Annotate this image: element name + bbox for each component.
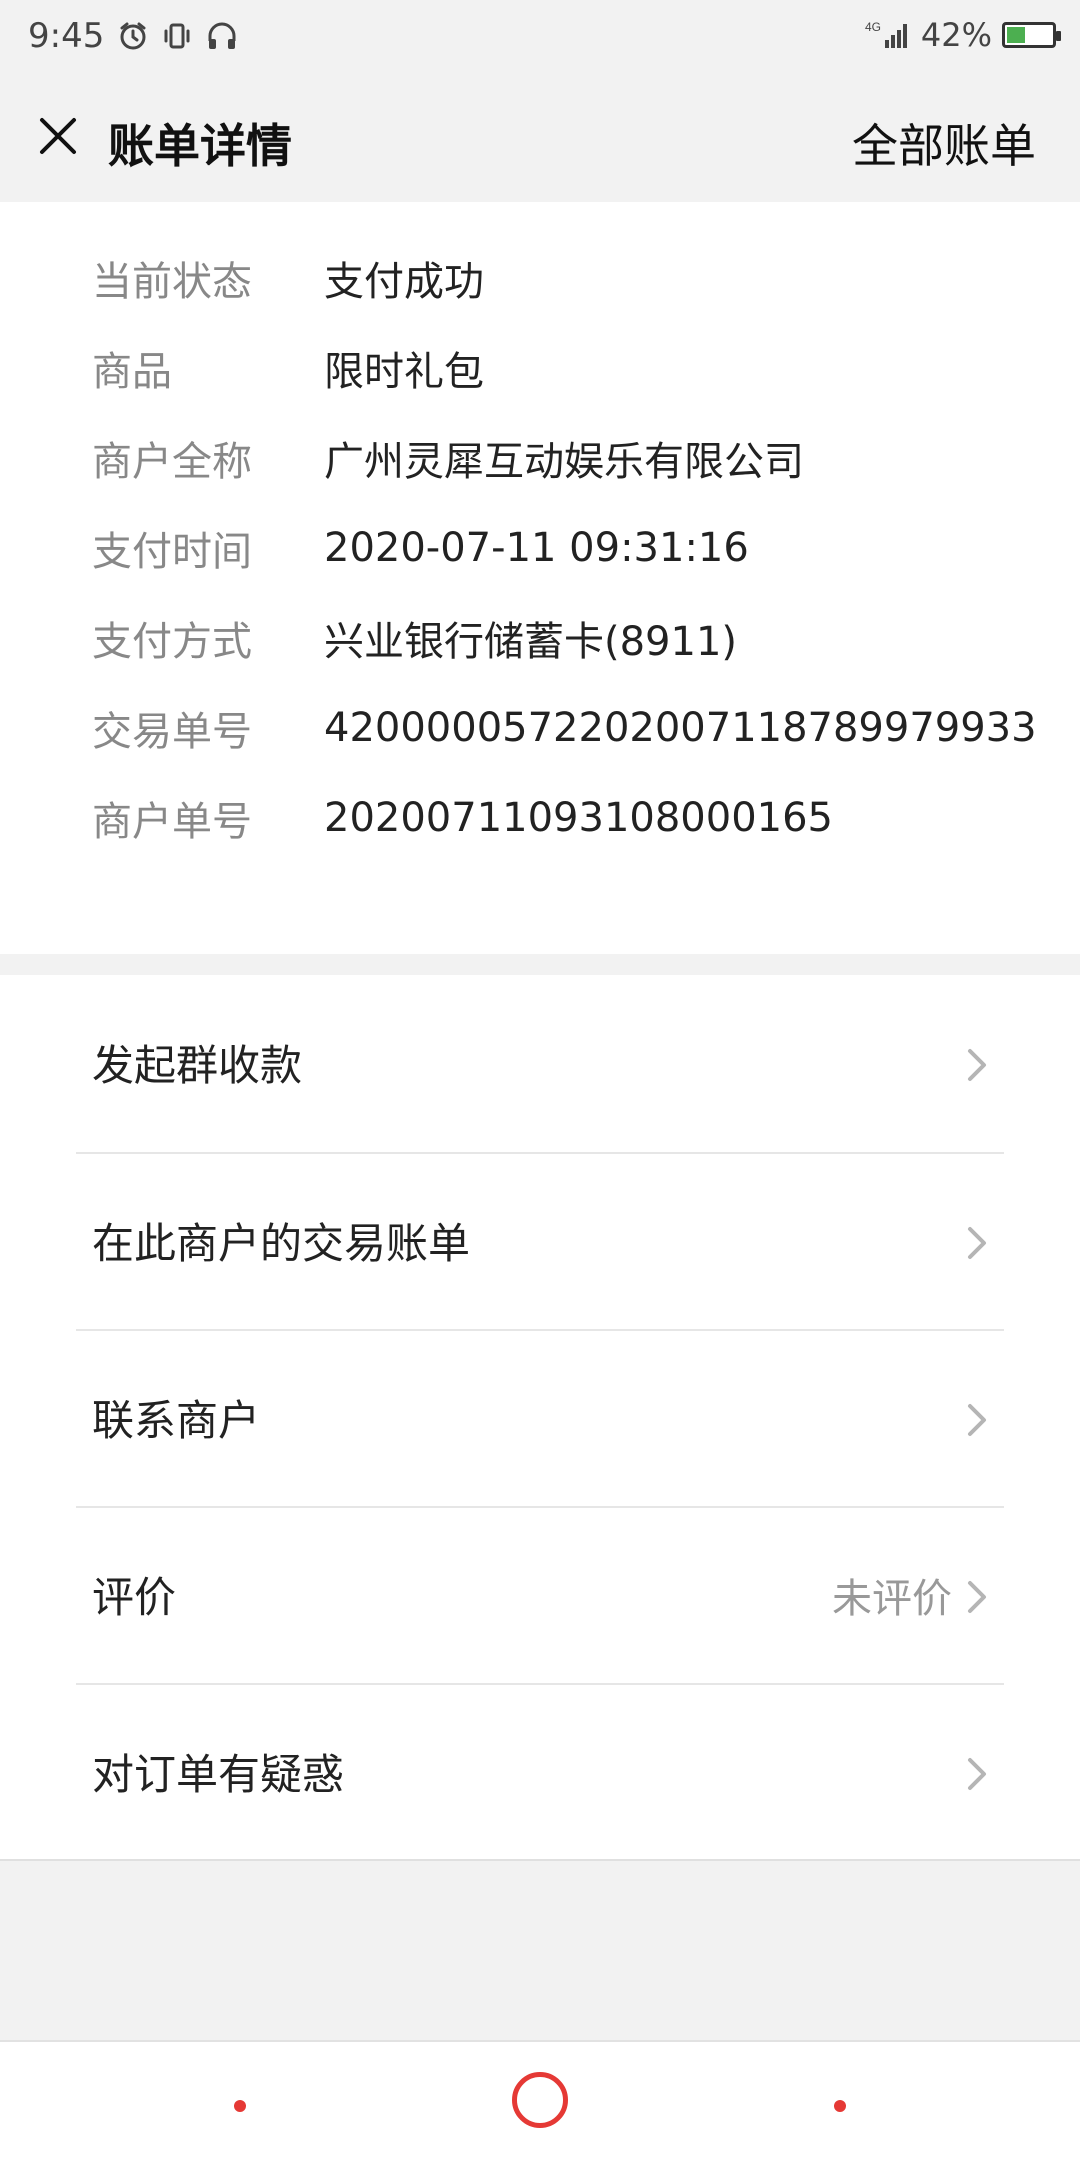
detail-row-merchant-name: 商户全称 广州灵犀互动娱乐有限公司	[92, 428, 804, 488]
chevron-right-icon	[968, 1227, 986, 1259]
detail-value: 广州灵犀互动娱乐有限公司	[324, 439, 804, 485]
detail-label: 当前状态	[92, 259, 252, 305]
close-icon	[40, 118, 76, 154]
nav-menu-dot-button[interactable]	[234, 2100, 246, 2112]
detail-row-merchant-order-number: 商户单号 20200711093108000165	[92, 788, 833, 848]
svg-text:4G: 4G	[865, 20, 881, 34]
detail-value: 2020-07-11 09:31:16	[324, 525, 749, 571]
nav-back-dot-button[interactable]	[834, 2100, 846, 2112]
vibrate-icon	[162, 21, 192, 51]
status-time: 9:45	[28, 16, 105, 56]
detail-label: 支付时间	[92, 529, 252, 575]
action-label: 联系商户	[92, 1396, 261, 1445]
battery-icon	[1002, 22, 1061, 48]
detail-row-status: 当前状态 支付成功	[92, 248, 484, 308]
action-rate[interactable]: 评价 未评价	[0, 1507, 1080, 1684]
chevron-right-icon	[968, 1758, 986, 1790]
status-right: 4G 42%	[865, 16, 1061, 54]
actions-list: 发起群收款 在此商户的交易账单 联系商户 评价 未评价 对订单有疑惑	[0, 975, 1080, 1859]
system-navigation-bar	[0, 2040, 1080, 2160]
action-contact-merchant[interactable]: 联系商户	[0, 1330, 1080, 1507]
bill-details-card: 当前状态 支付成功 商品 限时礼包 商户全称 广州灵犀互动娱乐有限公司 支付时间…	[0, 202, 1080, 954]
rating-status: 未评价	[832, 1576, 952, 1622]
detail-row-transaction-number: 交易单号 4200000572202007118789979933	[92, 698, 1037, 758]
action-label: 对订单有疑惑	[92, 1750, 345, 1799]
action-merchant-bills[interactable]: 在此商户的交易账单	[0, 1153, 1080, 1330]
chevron-right-icon	[968, 1404, 986, 1436]
close-button[interactable]	[26, 104, 90, 168]
detail-value: 限时礼包	[324, 349, 484, 395]
chevron-right-icon	[968, 1581, 986, 1613]
chevron-right-icon	[968, 1049, 986, 1081]
detail-value: 兴业银行储蓄卡(8911)	[324, 619, 738, 665]
detail-row-payment-method: 支付方式 兴业银行储蓄卡(8911)	[92, 608, 737, 668]
headphones-icon	[206, 21, 238, 51]
status-left: 9:45	[28, 16, 238, 56]
page-title: 账单详情	[108, 119, 292, 173]
detail-label: 商户全称	[92, 439, 252, 485]
detail-value: 支付成功	[324, 259, 484, 305]
battery-percent: 42%	[920, 16, 992, 54]
list-bottom-border	[0, 1859, 1080, 1861]
detail-label: 商户单号	[92, 799, 252, 845]
detail-value: 4200000572202007118789979933	[324, 705, 1037, 751]
action-label: 发起群收款	[92, 1041, 303, 1090]
status-bar: 9:45 4G 42%	[0, 0, 1080, 74]
battery-level	[1007, 27, 1025, 43]
action-label: 在此商户的交易账单	[92, 1219, 471, 1268]
action-label: 评价	[92, 1573, 177, 1622]
detail-row-product: 商品 限时礼包	[92, 338, 484, 398]
all-bills-link[interactable]: 全部账单	[852, 110, 1036, 176]
alarm-icon	[118, 21, 148, 51]
detail-label: 商品	[92, 349, 172, 395]
home-button[interactable]	[512, 2072, 568, 2128]
detail-label: 交易单号	[92, 709, 252, 755]
action-order-question[interactable]: 对订单有疑惑	[0, 1684, 1080, 1861]
signal-icon: 4G	[865, 18, 911, 52]
detail-label: 支付方式	[92, 619, 252, 665]
detail-value: 20200711093108000165	[324, 795, 833, 841]
action-group-collect[interactable]: 发起群收款	[0, 975, 1080, 1152]
detail-row-payment-time: 支付时间 2020-07-11 09:31:16	[92, 518, 749, 578]
navbar: 账单详情 全部账单	[0, 74, 1080, 202]
